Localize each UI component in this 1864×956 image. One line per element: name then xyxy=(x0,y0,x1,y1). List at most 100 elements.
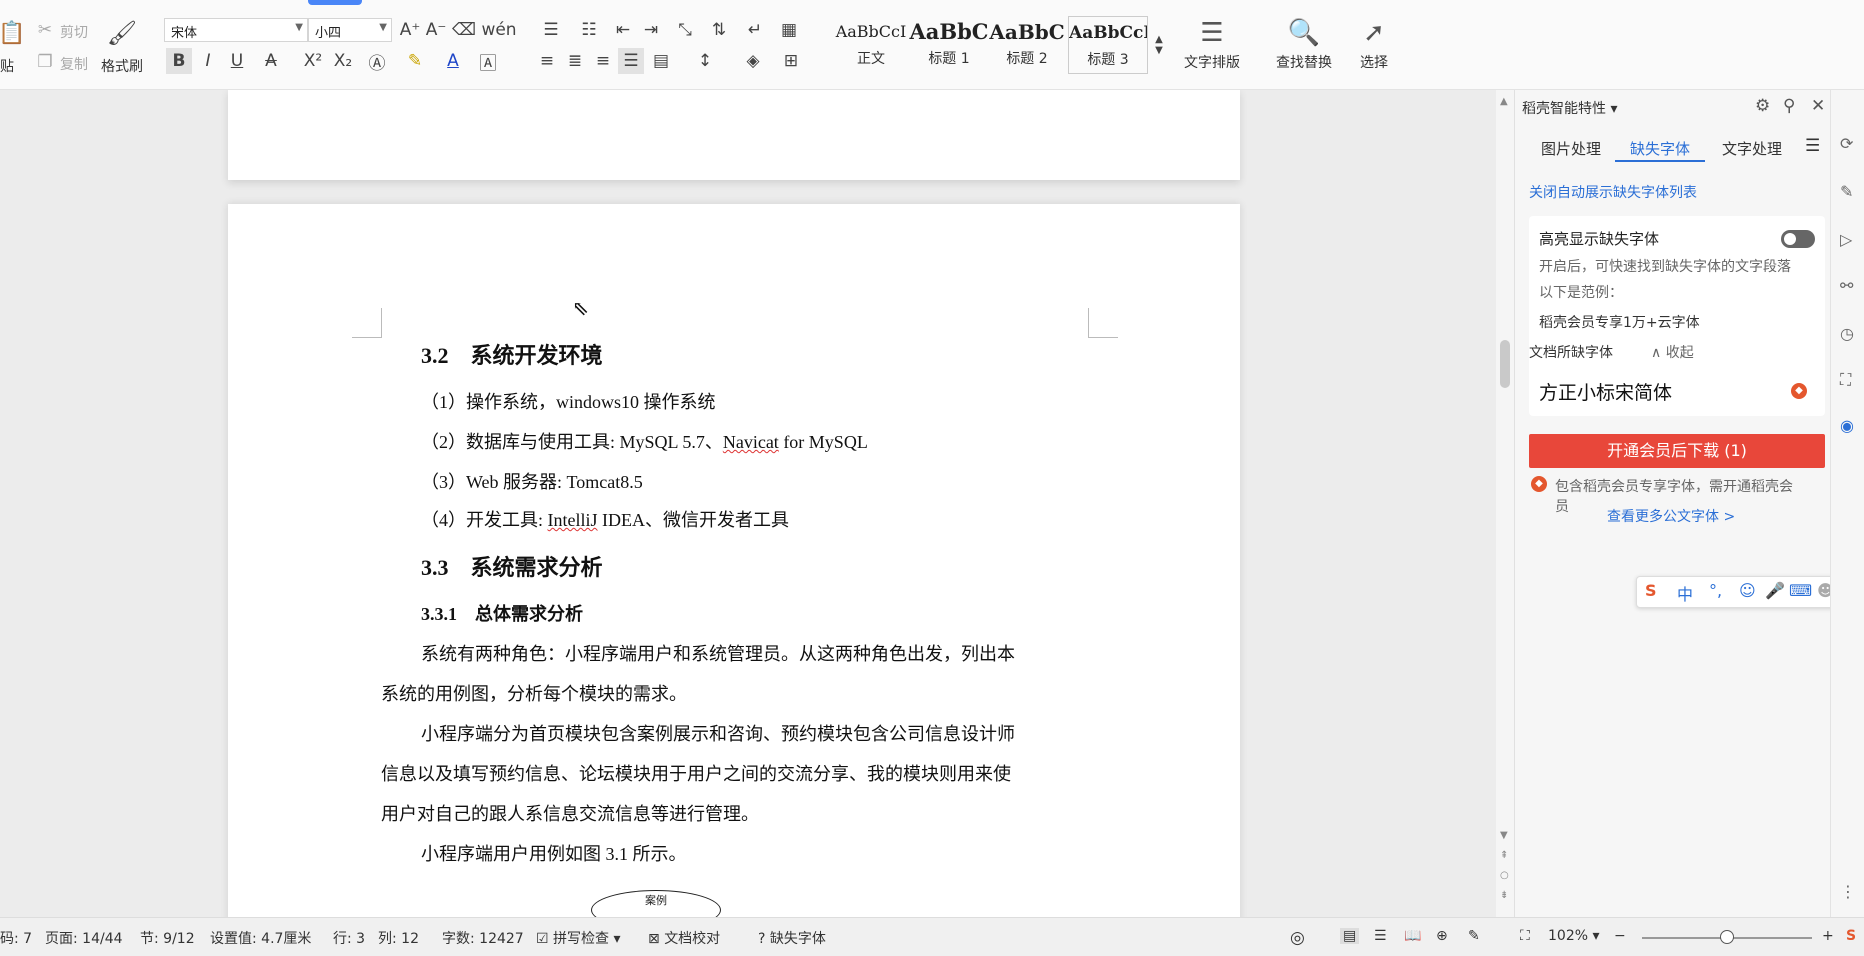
font-color-icon[interactable]: A xyxy=(436,48,470,74)
more-official-fonts-link[interactable]: 查看更多公文字体 > xyxy=(1607,506,1735,526)
line-spacing-icon[interactable]: ↕ xyxy=(688,48,722,74)
zoom-level[interactable]: 102% ▾ xyxy=(1548,928,1600,944)
table-layout-icon[interactable]: ▦ xyxy=(776,16,802,44)
outline-view-icon[interactable]: ☰ xyxy=(1374,928,1387,944)
sogou-tray-icon[interactable]: S xyxy=(1846,928,1856,944)
vertical-scrollbar[interactable]: ▲ ▼ ⇞ ○ ⇟ xyxy=(1496,90,1514,917)
scroll-down-icon[interactable]: ▼ xyxy=(1500,830,1508,841)
document-page-previous[interactable] xyxy=(228,90,1240,180)
tab-text-processing[interactable]: 文字处理 xyxy=(1722,138,1782,159)
style-heading-2[interactable]: AaBbC 标题 2 xyxy=(980,16,1074,74)
zoom-out-icon[interactable]: − xyxy=(1614,928,1626,944)
close-icon[interactable]: ✕ xyxy=(1811,96,1825,116)
align-left-icon[interactable]: ≡ xyxy=(534,48,560,74)
spell-check-button[interactable]: ☑ 拼写检查 ▾ xyxy=(536,928,621,948)
paste-button[interactable]: 贴 xyxy=(0,56,14,76)
decrease-indent-icon[interactable]: ⇤ xyxy=(610,16,636,44)
styles-scroll-icon[interactable]: ▲ ▼ xyxy=(1152,16,1166,74)
active-tab-indicator[interactable] xyxy=(308,0,362,5)
document-workspace[interactable] xyxy=(0,90,1496,917)
highlight-icon[interactable]: ✎ xyxy=(398,48,432,74)
find-replace-button[interactable]: 🔍 查找替换 xyxy=(1276,18,1332,72)
clear-format-icon[interactable]: ⌫ xyxy=(452,16,476,44)
cut-icon[interactable]: ✂ xyxy=(36,20,54,40)
prev-page-icon[interactable]: ⇞ xyxy=(1500,850,1508,861)
fit-page-icon[interactable]: ⛶ xyxy=(1520,928,1530,944)
copy-button[interactable]: 复制 xyxy=(60,54,88,74)
shading-icon[interactable]: ◈ xyxy=(736,48,770,74)
next-page-icon[interactable]: ⇟ xyxy=(1500,890,1508,901)
rail-more-icon[interactable]: ⋮ xyxy=(1840,882,1856,901)
shrink-font-icon[interactable]: A⁻ xyxy=(424,16,448,44)
superscript-icon[interactable]: X² xyxy=(300,48,326,74)
align-right-icon[interactable]: ≡ xyxy=(590,48,616,74)
write-view-icon[interactable]: ✎ xyxy=(1468,928,1480,944)
reading-view-icon[interactable]: 📖 xyxy=(1404,928,1421,944)
justify-icon[interactable]: ☰ xyxy=(618,48,644,74)
sort-icon[interactable]: ⇅ xyxy=(706,16,732,44)
borders-icon[interactable]: ⊞ xyxy=(774,48,808,74)
eye-protection-icon[interactable]: ◎ xyxy=(1290,928,1305,948)
download-after-membership-button[interactable]: 开通会员后下载 (1) xyxy=(1529,434,1825,468)
pinyin-icon[interactable]: wén xyxy=(481,16,516,44)
rail-tool-icon[interactable]: ✎ xyxy=(1840,182,1853,201)
pin-icon[interactable]: ⚲ xyxy=(1783,96,1795,116)
distribute-icon[interactable]: ▤ xyxy=(648,48,674,74)
text-effect-icon[interactable]: Ⓐ xyxy=(362,48,392,74)
web-view-icon[interactable]: ⊕ xyxy=(1436,928,1448,944)
setting-value[interactable]: 设置值: 4.7厘米 xyxy=(210,928,311,948)
collapse-button[interactable]: ∧ 收起 xyxy=(1651,342,1694,362)
paste-icon[interactable]: 📋 xyxy=(0,18,26,48)
bullet-list-icon[interactable]: ☰ xyxy=(534,16,568,44)
section-indicator[interactable]: 节: 9/12 xyxy=(140,928,195,948)
page-indicator[interactable]: 页面: 14/44 xyxy=(45,928,123,948)
tab-image-processing[interactable]: 图片处理 xyxy=(1541,138,1601,159)
grow-font-icon[interactable]: A⁺ xyxy=(398,16,422,44)
numbered-list-icon[interactable]: ☷ xyxy=(572,16,606,44)
increase-indent-icon[interactable]: ⇥ xyxy=(638,16,664,44)
text-layout-button[interactable]: ☰ 文字排版 xyxy=(1184,18,1240,72)
ime-mode-toggle[interactable]: 中 xyxy=(1677,581,1693,605)
align-center-icon[interactable]: ≣ xyxy=(562,48,588,74)
zoom-slider-thumb[interactable] xyxy=(1720,930,1734,944)
line-break-icon[interactable]: ↵ xyxy=(738,16,772,44)
panel-menu-icon[interactable]: ☰ xyxy=(1805,136,1820,156)
highlight-toggle[interactable] xyxy=(1781,230,1815,248)
scroll-up-icon[interactable]: ▲ xyxy=(1500,96,1508,107)
tab-missing-fonts[interactable]: 缺失字体 xyxy=(1630,138,1690,159)
select-button[interactable]: ➚ 选择 xyxy=(1360,18,1388,72)
panel-title[interactable]: 稻壳智能特性 ▾ xyxy=(1522,98,1617,118)
copy-icon[interactable]: ❐ xyxy=(36,52,54,72)
cut-button[interactable]: 剪切 xyxy=(60,22,88,42)
scrollbar-thumb[interactable] xyxy=(1500,340,1510,388)
settings-gear-icon[interactable]: ⚙ xyxy=(1755,96,1770,116)
microphone-icon[interactable]: 🎤 xyxy=(1765,581,1785,600)
font-name-select[interactable]: 宋体 ▼ xyxy=(164,18,308,42)
text-direction-icon[interactable]: ⤡ xyxy=(668,16,702,44)
missing-font-item[interactable]: 方正小标宋简体 ◆ xyxy=(1529,366,1825,416)
browse-object-icon[interactable]: ○ xyxy=(1500,870,1509,881)
rail-tool-icon[interactable]: ⚯ xyxy=(1840,276,1853,295)
rail-tool-icon[interactable]: ◷ xyxy=(1840,324,1854,343)
zoom-in-icon[interactable]: + xyxy=(1822,928,1834,944)
char-border-icon[interactable]: 🄰 xyxy=(476,48,500,74)
italic-icon[interactable]: I xyxy=(196,48,220,74)
rail-tool-icon[interactable]: ◉ xyxy=(1840,416,1854,435)
rail-tool-icon[interactable]: ⛶ xyxy=(1840,370,1851,390)
font-size-select[interactable]: 小四 ▼ xyxy=(308,18,392,42)
doc-proof-button[interactable]: ⊠ 文档校对 xyxy=(648,928,720,948)
rail-tool-icon[interactable]: ⟳ xyxy=(1840,134,1853,153)
sogou-logo-icon[interactable]: S xyxy=(1645,581,1657,600)
word-count[interactable]: 字数: 12427 xyxy=(442,928,524,948)
style-heading-3[interactable]: AaBbCcI 标题 3 xyxy=(1068,16,1148,74)
bold-icon[interactable]: B xyxy=(166,48,192,74)
strikethrough-icon[interactable]: A xyxy=(256,48,286,74)
format-painter-icon[interactable]: 🖌 xyxy=(107,16,137,50)
page-view-icon[interactable]: ▤ xyxy=(1340,928,1360,944)
keyboard-icon[interactable]: ⌨ xyxy=(1789,581,1812,600)
missing-font-button[interactable]: ? 缺失字体 xyxy=(758,928,826,948)
format-painter-button[interactable]: 格式刷 xyxy=(101,56,143,76)
subscript-icon[interactable]: X₂ xyxy=(330,48,356,74)
zoom-slider[interactable] xyxy=(1642,930,1812,944)
page-code[interactable]: 码: 7 xyxy=(0,928,32,948)
